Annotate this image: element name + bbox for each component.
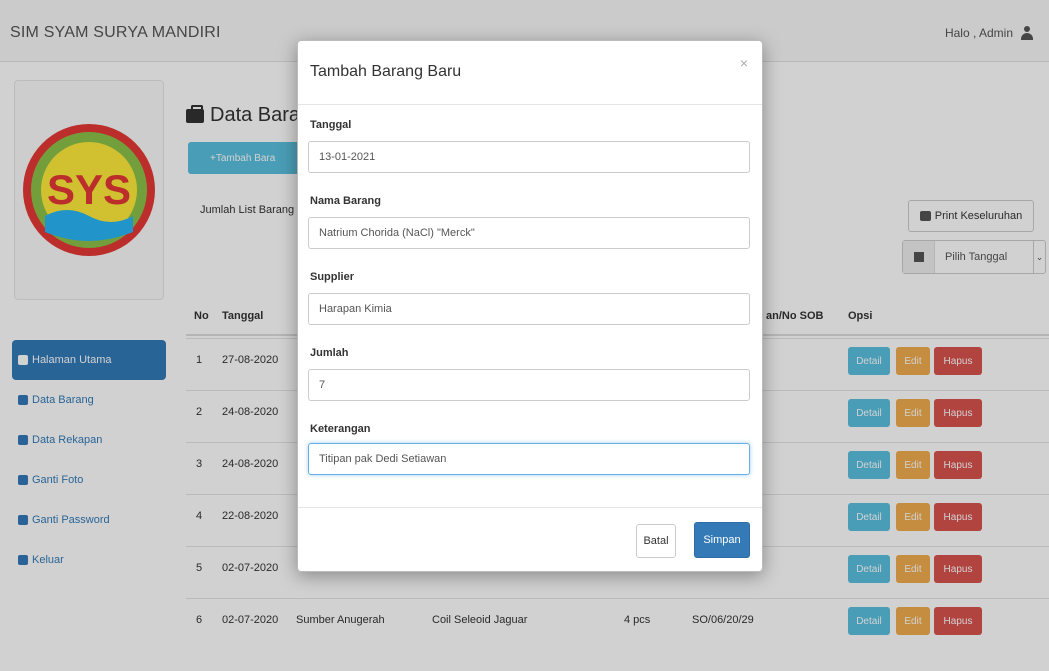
supplier-input[interactable] xyxy=(308,293,750,325)
close-icon[interactable]: × xyxy=(740,55,748,71)
quantity-input[interactable] xyxy=(308,369,750,401)
modal-footer: Batal Simpan xyxy=(298,507,762,573)
save-button[interactable]: Simpan xyxy=(694,522,750,558)
add-item-modal: Tambah Barang Baru × Tanggal Nama Barang… xyxy=(297,40,763,572)
notes-input[interactable] xyxy=(308,443,750,475)
date-label: Tanggal xyxy=(310,119,352,131)
item-name-input[interactable] xyxy=(308,217,750,249)
modal-title: Tambah Barang Baru xyxy=(310,63,462,80)
notes-label: Keterangan xyxy=(310,423,371,435)
supplier-label: Supplier xyxy=(310,271,355,283)
modal-header: Tambah Barang Baru × xyxy=(298,41,762,105)
quantity-label: Jumlah xyxy=(310,347,349,359)
date-input[interactable] xyxy=(308,141,750,173)
item-name-label: Nama Barang xyxy=(310,195,381,207)
cancel-button[interactable]: Batal xyxy=(636,524,676,558)
